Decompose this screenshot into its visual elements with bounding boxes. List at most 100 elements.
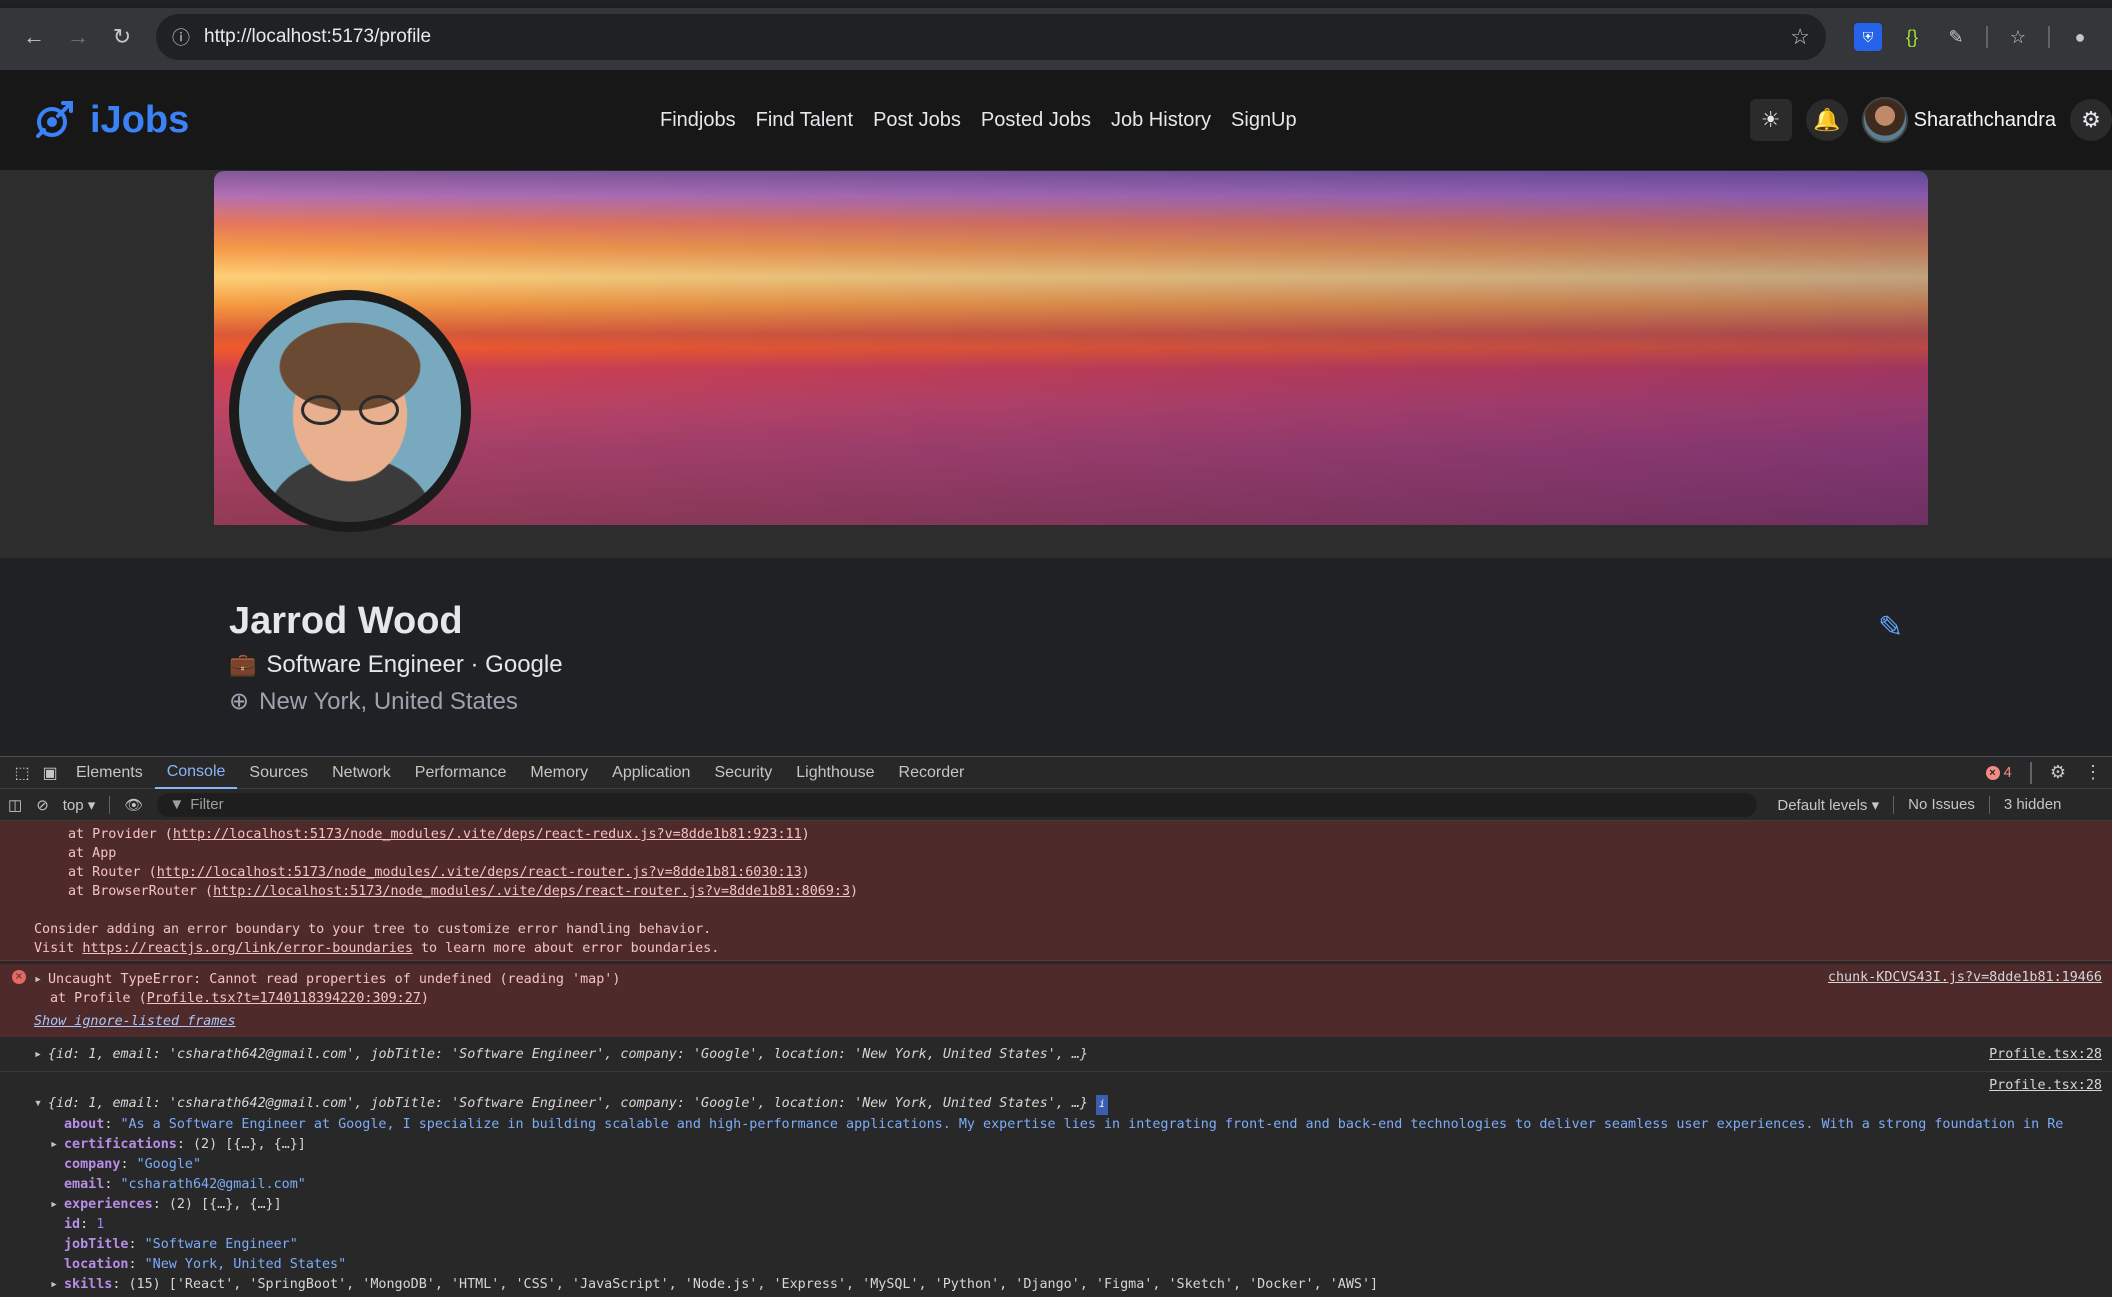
reload-icon[interactable]: ↻ [102,17,142,57]
nav-find-talent[interactable]: Find Talent [756,109,853,132]
more-options-icon[interactable]: ⋮ [2084,762,2102,783]
object-properties: about: "As a Software Engineer at Google… [34,1115,2112,1295]
colon: : [128,1257,145,1272]
filter-icon: ▼ [169,796,185,813]
stack-link[interactable]: Profile.tsx?t=1740118394220:309:27 [147,991,421,1006]
tab-security[interactable]: Security [702,757,784,789]
property-value: (2) [{…}, {…}] [168,1197,282,1212]
property-value: "As a Software Engineer at Google, I spe… [120,1117,2064,1132]
extension-script-icon[interactable]: {} [1898,23,1926,51]
tab-elements[interactable]: Elements [64,757,155,789]
nav-signup[interactable]: SignUp [1231,109,1297,132]
info-icon[interactable]: i [1096,1095,1109,1115]
expand-caret-icon[interactable]: ▸ [50,1195,64,1215]
profile-name: Jarrod Wood [229,600,463,642]
notification-bell-icon[interactable]: 🔔 [1805,99,1848,141]
extensions-puzzle-icon[interactable]: ✎ [1942,23,1970,51]
collapse-caret-icon[interactable]: ▾ [34,1094,48,1114]
issues-button[interactable]: No Issues [1908,796,1975,813]
stack-text: at Profile ( [50,991,147,1006]
theme-toggle-sun-icon[interactable]: ☀ [1749,99,1792,141]
hidden-count[interactable]: 3 hidden [2004,796,2062,813]
separator [1988,795,1990,814]
user-menu[interactable]: Sharathchandra [1861,97,2056,143]
object-property-skills[interactable]: ▸ skills: (15) ['React', 'SpringBoot', 'M… [50,1275,2112,1295]
tab-recorder[interactable]: Recorder [887,757,977,789]
error-count: 4 [2003,764,2012,781]
error-count-badge[interactable]: × 4 [1985,764,2012,781]
separator [2048,26,2050,48]
log-summary[interactable]: {id: 1, email: 'csharath642@gmail.com', … [48,1047,1088,1062]
tab-application[interactable]: Application [600,757,702,789]
profile-icon[interactable]: ● [2066,23,2094,51]
url-text[interactable]: http://localhost:5173/profile [204,26,1776,48]
address-bar[interactable]: ⓘ http://localhost:5173/profile ☆ [156,14,1826,60]
stack-link[interactable]: http://localhost:5173/node_modules/.vite… [213,884,850,899]
property-key: experiences [64,1197,153,1212]
separator [109,795,111,814]
clear-console-icon[interactable]: ⊘ [36,796,49,814]
tab-memory[interactable]: Memory [518,757,600,789]
expand-caret-icon[interactable]: ▸ [50,1135,64,1155]
object-property-experiences[interactable]: ▸ experiences: (2) [{…}, {…}] [50,1195,2112,1215]
context-selector[interactable]: top ▾ [63,796,96,814]
error-boundary-link[interactable]: https://reactjs.org/link/error-boundarie… [82,941,413,956]
nav-findjobs[interactable]: Findjobs [660,109,736,132]
object-property-certifications[interactable]: ▸ certifications: (2) [{…}, {…}] [50,1135,2112,1155]
log-summary[interactable]: {id: 1, email: 'csharath642@gmail.com', … [48,1096,1088,1111]
console-filter-input[interactable]: ▼ Filter [157,792,1758,817]
settings-gear-icon[interactable]: ⚙ [2070,99,2112,141]
colon: : [112,1277,129,1292]
sidebar-toggle-icon[interactable]: ◫ [8,796,22,814]
bookmarks-icon[interactable]: ☆ [2004,23,2032,51]
tab-performance[interactable]: Performance [403,757,519,789]
property-key: location [64,1257,129,1272]
stack-line: at App [68,846,117,861]
source-link[interactable]: chunk-KDCVS43I.js?v=8dde1b81:19466 [1828,968,2102,987]
tab-network[interactable]: Network [320,757,403,789]
avatar[interactable] [1861,97,1908,143]
object-property-company: company: "Google" [64,1155,2112,1175]
show-ignore-listed-frames[interactable]: Show ignore-listed frames [34,1014,236,1029]
browser-toolbar: ← → ↻ ⓘ http://localhost:5173/profile ☆ … [0,0,2112,70]
property-key: jobTitle [64,1237,129,1252]
extension-shield-icon[interactable]: ⛨ [1854,23,1882,51]
rocket-icon [36,101,73,138]
context-label: top [62,796,84,814]
back-icon[interactable]: ← [14,17,54,57]
inspect-element-icon[interactable]: ⬚ [8,763,36,783]
property-key: company [64,1157,121,1172]
edit-pencil-icon[interactable]: ✎ [1878,610,1903,645]
stack-line: at Router (http://localhost:5173/node_mo… [68,865,810,880]
error-text: Uncaught TypeError: Cannot read properti… [48,972,621,987]
live-expression-eye-icon[interactable]: 👁 [124,796,143,814]
filter-placeholder: Filter [190,796,224,813]
tab-sources[interactable]: Sources [237,757,320,789]
device-toolbar-icon[interactable]: ▣ [36,763,64,783]
console-log-entry: ▸ {id: 1, email: 'csharath642@gmail.com',… [0,1037,2112,1072]
expand-caret-icon[interactable]: ▸ [34,970,48,989]
nav-job-history[interactable]: Job History [1111,109,1211,132]
tab-console[interactable]: Console [154,757,238,789]
source-link[interactable]: Profile.tsx:28 [1989,1076,2102,1095]
stack-link[interactable]: http://localhost:5173/node_modules/.vite… [173,827,802,842]
devtools-settings-gear-icon[interactable]: ⚙ [2050,762,2066,783]
site-info-icon[interactable]: ⓘ [172,24,190,50]
expand-caret-icon[interactable]: ▸ [34,1045,48,1065]
profile-info: Jarrod Wood 💼 Software Engineer · Google… [229,600,563,724]
bookmark-star-icon[interactable]: ☆ [1790,24,1810,50]
source-link[interactable]: Profile.tsx:28 [1989,1045,2102,1064]
stack-link[interactable]: http://localhost:5173/node_modules/.vite… [157,865,802,880]
forward-icon[interactable]: → [58,17,98,57]
expand-caret-icon[interactable]: ▸ [50,1275,64,1295]
separator [2029,761,2032,784]
error-boundary-note: Consider adding an error boundary to you… [34,922,712,937]
property-key: id [64,1217,81,1232]
brand-logo[interactable]: iJobs [32,98,189,142]
nav-post-jobs[interactable]: Post Jobs [873,109,961,132]
nav-posted-jobs[interactable]: Posted Jobs [981,109,1091,132]
log-levels-dropdown[interactable]: Default levels ▾ [1777,796,1879,814]
tab-lighthouse[interactable]: Lighthouse [784,757,886,789]
profile-banner-image [214,171,1928,525]
error-boundary-visit: Visit https://reactjs.org/link/error-bou… [34,939,2112,958]
